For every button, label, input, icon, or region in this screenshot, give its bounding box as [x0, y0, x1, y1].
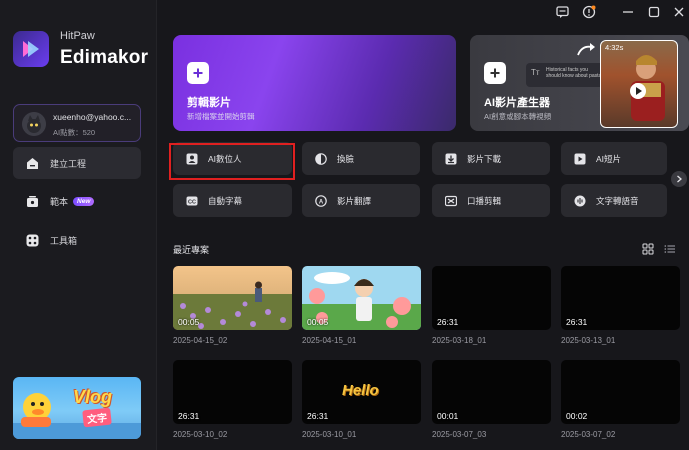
feature-voice-edit[interactable]: 口播剪輯 — [432, 184, 550, 217]
feature-ai-clip[interactable]: AI短片 — [561, 142, 667, 175]
edit-video-card[interactable]: 剪輯影片 新增檔案並開始剪輯 — [173, 35, 456, 131]
recent-projects-title: 最近專案 — [173, 245, 210, 255]
hero-title: 剪輯影片 — [187, 97, 231, 109]
project-name: 2025-03-07_02 — [561, 430, 616, 439]
hero-subtitle: AI創意或腳本轉視頻 — [484, 112, 552, 121]
sidebar: HitPaw Edimakor xueenho@yahoo.c... AI點數：… — [0, 0, 157, 450]
project-duration: 00:05 — [307, 317, 329, 327]
prompt-bubble: Tт Historical facts you should know abou… — [526, 63, 606, 87]
highlight-box — [169, 143, 295, 180]
feature-auto-subtitle[interactable]: CC 自動字幕 — [173, 184, 292, 217]
feature-label: 影片下載 — [467, 153, 502, 164]
project-thumbnail[interactable]: 00:02 — [561, 360, 680, 424]
maximize-icon[interactable] — [647, 5, 661, 19]
project-duration: 00:05 — [178, 317, 200, 327]
svg-text:CC: CC — [188, 199, 196, 205]
grid-view-icon[interactable] — [642, 242, 654, 255]
hero-subtitle: 新增檔案並開始剪輯 — [187, 112, 255, 121]
tts-icon — [573, 194, 586, 207]
ai-points: AI點數：520 — [53, 128, 96, 137]
nav-templates[interactable]: 範本 New — [13, 185, 141, 217]
promo-title: Vlog — [73, 387, 112, 407]
project-thumbnail[interactable]: 00:01 — [432, 360, 551, 424]
project-duration: 00:01 — [437, 411, 459, 421]
project-thumbnail[interactable]: 00:05 — [302, 266, 421, 330]
face-swap-icon — [314, 152, 327, 165]
template-icon — [25, 194, 39, 208]
project-duration: 26:31 — [307, 411, 329, 421]
project-name: 2025-04-15_02 — [173, 336, 228, 345]
new-badge: New — [73, 196, 95, 206]
avatar — [22, 112, 46, 136]
hello-sticker: Hello — [342, 382, 379, 399]
project-duration: 26:31 — [178, 411, 200, 421]
project-name: 2025-03-13_01 — [561, 336, 616, 345]
feature-label: 換臉 — [337, 153, 355, 164]
project-duration: 00:02 — [566, 411, 588, 421]
feature-label: 文字轉語音 — [596, 195, 639, 206]
minimize-icon[interactable] — [621, 5, 635, 19]
hero-title: AI影片產生器 — [484, 97, 550, 109]
project-thumbnail[interactable]: 00:05 — [173, 266, 292, 330]
app-window: HitPaw Edimakor xueenho@yahoo.c... AI點數：… — [0, 0, 689, 450]
download-icon — [444, 152, 457, 165]
feature-label: 口播剪輯 — [467, 195, 502, 206]
project-thumbnail[interactable]: 26:31 — [173, 360, 292, 424]
ai-video-generator-card[interactable]: Tт Historical facts you should know abou… — [470, 35, 689, 131]
project-thumbnail[interactable]: Hello 26:31 — [302, 360, 421, 424]
project-thumbnail[interactable]: 26:31 — [432, 266, 551, 330]
list-view-icon[interactable] — [664, 242, 676, 254]
nav-label: 範本 — [50, 196, 69, 207]
gladiator-illustration — [630, 55, 665, 121]
feature-face-swap[interactable]: 換臉 — [302, 142, 420, 175]
feature-label: 自動字幕 — [208, 195, 243, 206]
feature-video-translate[interactable]: A 影片翻譯 — [302, 184, 420, 217]
vlog-promo-banner[interactable]: Vlog 文字 — [13, 377, 141, 439]
project-name: 2025-03-18_01 — [432, 336, 487, 345]
account-email: xueenho@yahoo.c... — [53, 112, 132, 122]
feature-label: AI短片 — [596, 153, 622, 164]
feature-text-to-speech[interactable]: 文字轉語音 — [561, 184, 667, 217]
nav-label: 工具箱 — [50, 235, 78, 246]
message-icon[interactable] — [555, 5, 569, 19]
nav-label: 建立工程 — [50, 158, 87, 169]
project-thumbnail[interactable]: 26:31 — [561, 266, 680, 330]
translate-icon: A — [314, 194, 327, 207]
nav-create-project[interactable]: 建立工程 — [13, 147, 141, 179]
video-preview-thumb: 4:32s — [600, 40, 678, 128]
home-icon — [25, 156, 39, 170]
cc-icon: CC — [185, 194, 198, 207]
project-name: 2025-03-10_02 — [173, 430, 228, 439]
notification-icon[interactable] — [582, 5, 596, 19]
close-icon[interactable] — [672, 5, 686, 19]
svg-text:A: A — [318, 199, 323, 205]
text-type-icon: Tт — [531, 68, 540, 77]
project-name: 2025-04-15_01 — [302, 336, 357, 345]
brand-name: Edimakor — [60, 47, 149, 68]
plus-icon — [484, 62, 506, 84]
project-name: 2025-03-07_03 — [432, 430, 487, 439]
chevron-right-icon[interactable] — [671, 171, 687, 187]
arrow-curve-icon — [577, 43, 595, 56]
account-card[interactable]: xueenho@yahoo.c... AI點數：520 — [13, 104, 141, 142]
nav-toolbox[interactable]: 工具箱 — [13, 224, 141, 256]
toolbox-icon — [25, 233, 39, 247]
prompt-caption: Historical facts you should know about p… — [546, 67, 602, 79]
edimakor-logo-icon — [13, 31, 49, 67]
voice-edit-icon — [444, 194, 457, 207]
project-name: 2025-03-10_01 — [302, 430, 357, 439]
feature-video-download[interactable]: 影片下載 — [432, 142, 550, 175]
project-duration: 26:31 — [566, 317, 588, 327]
brand-small-text: HitPaw — [60, 30, 95, 42]
promo-subtitle: 文字 — [82, 407, 112, 428]
ai-clip-icon — [573, 152, 586, 165]
project-duration: 26:31 — [437, 317, 459, 327]
plus-icon — [187, 62, 209, 84]
feature-label: 影片翻譯 — [337, 195, 372, 206]
